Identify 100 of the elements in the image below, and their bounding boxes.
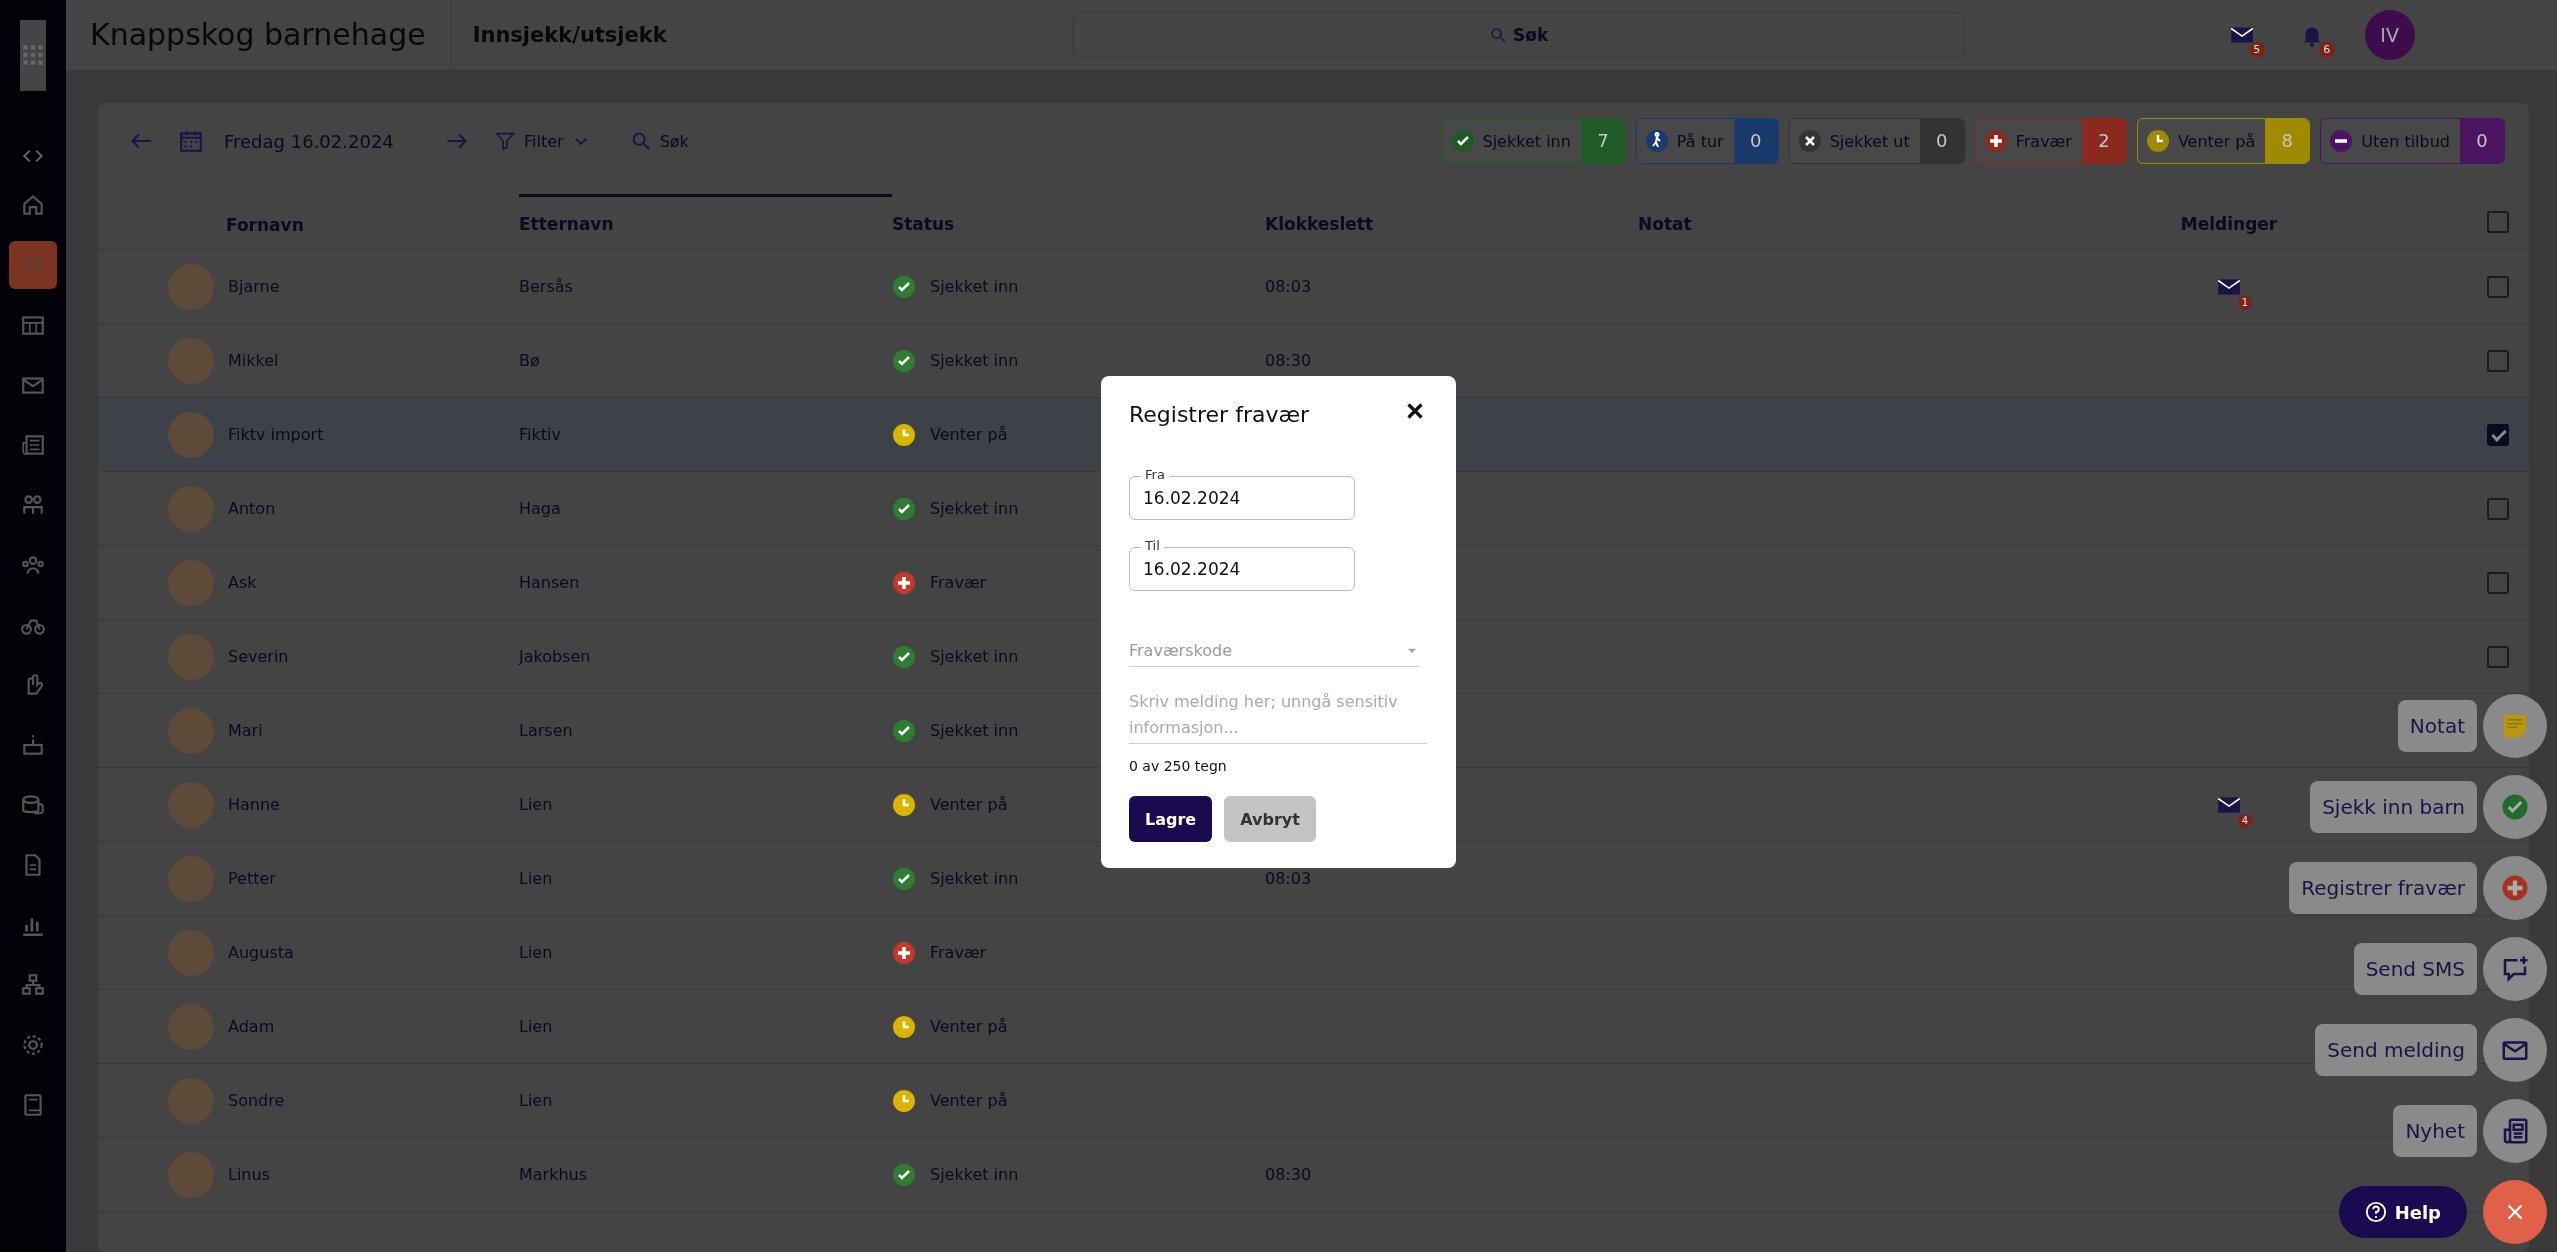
- last-name: Markhus: [519, 1165, 589, 1184]
- first-name: Bjarne: [228, 277, 280, 296]
- check-circle-icon: [892, 1162, 916, 1187]
- notification-badge: 6: [2318, 42, 2335, 58]
- first-name: Petter: [228, 869, 276, 888]
- time-cell: 08:03: [1265, 869, 1312, 888]
- message-count-badge: 4: [2238, 813, 2252, 828]
- question-icon: [2364, 1201, 2387, 1223]
- status-filter-chip[interactable]: Sjekket ut 0: [1788, 118, 1965, 164]
- status-label: Venter på: [930, 425, 1008, 444]
- child-avatar: [168, 1151, 214, 1198]
- action-button[interactable]: Registrer fravær: [2289, 862, 2477, 914]
- clock-icon: [892, 1088, 916, 1113]
- calendar-icon[interactable]: [178, 128, 204, 154]
- org-name: Knappskog barnehage: [66, 0, 451, 70]
- child-avatar: [168, 1077, 214, 1124]
- status-label: Sjekket inn: [930, 499, 1019, 518]
- row-checkbox[interactable]: [2487, 497, 2509, 520]
- child-avatar: [168, 929, 214, 976]
- row-checkbox[interactable]: [2487, 423, 2509, 446]
- first-name: Sondre: [228, 1091, 285, 1110]
- status-label: Sjekket inn: [930, 721, 1019, 740]
- check-circle-icon: [892, 348, 916, 373]
- first-name: Fiktv import: [228, 425, 324, 444]
- filter-icon[interactable]: [494, 130, 516, 152]
- child-avatar: [168, 485, 214, 532]
- time-cell: 08:30: [1265, 1165, 1312, 1184]
- last-name: Lien: [519, 869, 554, 888]
- plus-circle-icon: [1983, 129, 2008, 153]
- check-circle-icon: [1450, 129, 1475, 153]
- clock-icon: [892, 1014, 916, 1039]
- action-button[interactable]: Send SMS: [2353, 943, 2477, 995]
- first-name: Ask: [228, 573, 257, 592]
- last-name: Lien: [519, 1091, 554, 1110]
- cancel-button[interactable]: Avbryt: [1224, 796, 1316, 842]
- date-label: Fredag 16.02.2024: [224, 130, 395, 152]
- help-button[interactable]: Help: [2338, 1186, 2467, 1238]
- status-filter-chip[interactable]: Fravær 2: [1974, 118, 2127, 164]
- first-name: Mikkel: [228, 351, 279, 370]
- status-filter-chip[interactable]: Sjekket inn 7: [1441, 118, 1626, 164]
- select-all-checkbox[interactable]: [2487, 211, 2509, 233]
- page-title: Innsjekk/utsjekk: [471, 23, 668, 47]
- clock-icon: [2145, 129, 2170, 153]
- plus-circle-icon: [892, 940, 916, 965]
- status-label: Fravær: [930, 943, 987, 962]
- child-avatar: [168, 337, 214, 384]
- child-avatar: [168, 263, 214, 310]
- status-label: Venter på: [930, 1091, 1008, 1110]
- first-name: Mari: [228, 721, 263, 740]
- child-avatar: [168, 707, 214, 754]
- unread-badge: 5: [2248, 42, 2265, 58]
- check-circle-icon: [892, 496, 916, 521]
- last-name: Haga: [519, 499, 562, 518]
- status-label: Sjekket inn: [930, 869, 1019, 888]
- first-name: Hanne: [228, 795, 280, 814]
- child-avatar: [168, 781, 214, 828]
- row-checkbox[interactable]: [2487, 571, 2509, 594]
- status-filter-chip[interactable]: Uten tilbud 0: [2320, 118, 2505, 164]
- status-label: Venter på: [930, 795, 1008, 814]
- action-button[interactable]: Send melding: [2315, 1024, 2477, 1076]
- status-label: Sjekket inn: [930, 277, 1019, 296]
- first-name: Augusta: [228, 943, 294, 962]
- action-button[interactable]: Notat: [2397, 700, 2477, 752]
- message-count-badge: 1: [2238, 295, 2252, 310]
- minus-circle-icon: [2329, 129, 2354, 153]
- last-name: Larsen: [519, 721, 574, 740]
- row-checkbox[interactable]: [2487, 349, 2509, 372]
- clock-icon: [892, 792, 916, 817]
- status-label: Fravær: [930, 573, 987, 592]
- first-name: Severin: [228, 647, 289, 666]
- action-button[interactable]: Nyhet: [2393, 1105, 2477, 1157]
- check-circle-icon: [892, 866, 916, 891]
- status-label: Sjekket inn: [930, 1165, 1019, 1184]
- time-cell: 08:30: [1265, 351, 1312, 370]
- check-circle-icon: [892, 274, 916, 299]
- last-name: Lien: [519, 943, 554, 962]
- first-name: Anton: [228, 499, 276, 518]
- checklist-icon[interactable]: [9, 241, 57, 289]
- x-circle-icon: [1797, 129, 1822, 153]
- user-avatar[interactable]: IV: [2364, 10, 2415, 60]
- absence-code-dropdown[interactable]: Fraværskode: [1129, 635, 1419, 667]
- last-name: Hansen: [519, 573, 581, 592]
- apps-grid-icon[interactable]: [20, 20, 46, 91]
- last-name: Bersås: [519, 277, 574, 296]
- status-filter-chip[interactable]: På tur 0: [1635, 118, 1779, 164]
- last-name: Fiktiv: [519, 425, 562, 444]
- character-counter: 0 av 250 tegn: [1129, 758, 1228, 774]
- first-name: Adam: [228, 1017, 275, 1036]
- row-checkbox[interactable]: [2487, 645, 2509, 668]
- action-button[interactable]: Sjekk inn barn: [2310, 781, 2477, 833]
- child-avatar: [168, 633, 214, 680]
- status-label: Sjekket inn: [930, 647, 1019, 666]
- row-checkbox[interactable]: [2487, 275, 2509, 298]
- dialog-title: Registrer fravær: [1129, 402, 1310, 427]
- clock-icon: [892, 422, 916, 447]
- check-circle-icon: [892, 718, 916, 743]
- first-name: Linus: [228, 1165, 270, 1184]
- child-avatar: [168, 1003, 214, 1050]
- child-avatar: [168, 559, 214, 606]
- save-button[interactable]: Lagre: [1129, 796, 1213, 842]
